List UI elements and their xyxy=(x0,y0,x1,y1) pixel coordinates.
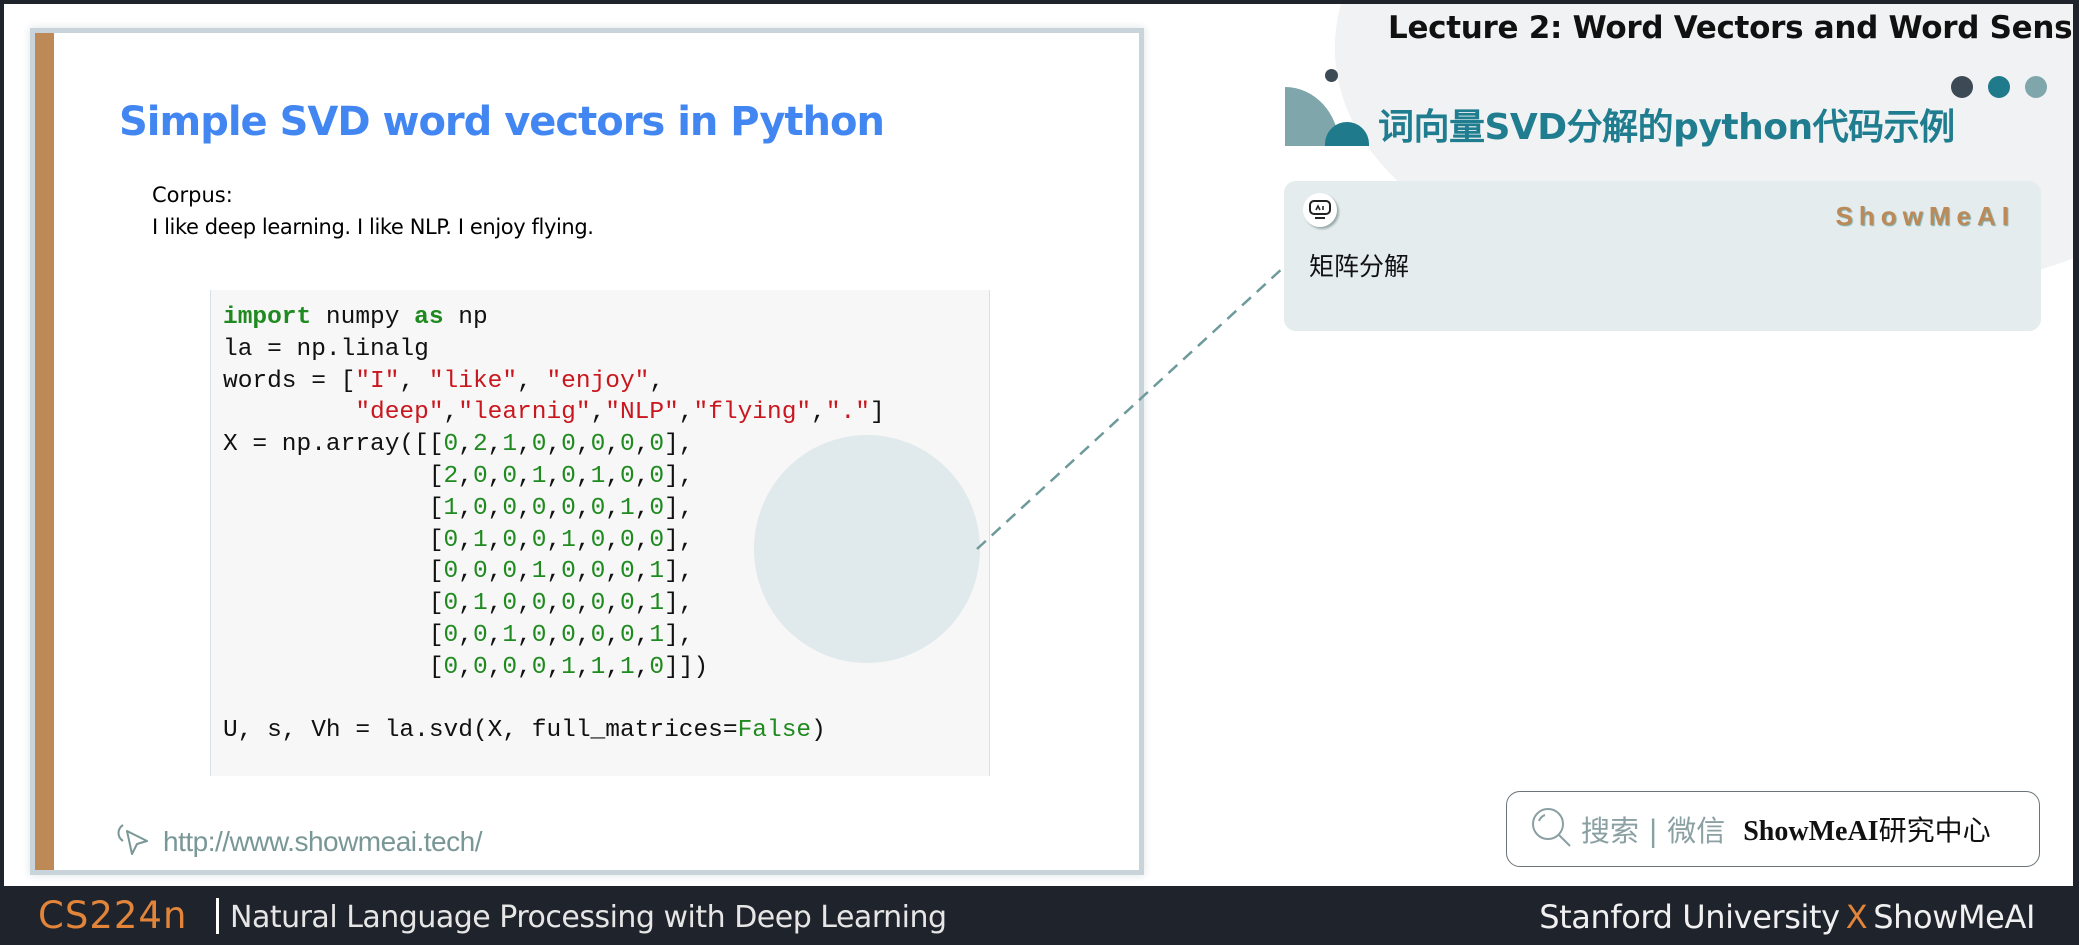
footer-cross: X xyxy=(1845,898,1868,936)
decor-dot xyxy=(1988,76,2010,98)
note-brand: ShowMeAI xyxy=(1835,201,2015,231)
note-card: ShowMeAI 矩阵分解 xyxy=(1284,181,2041,331)
robot-icon xyxy=(1303,193,1337,227)
decor-dot xyxy=(2025,76,2047,98)
decor-dots xyxy=(1951,76,2047,98)
footer-divider xyxy=(216,898,219,934)
footer-bar: CS224n Natural Language Processing with … xyxy=(0,886,2079,945)
footer-credits: Stanford University X ShowMeAI xyxy=(1539,898,2035,936)
search-hint: 搜索 | 微信 xyxy=(1581,814,1726,848)
page-canvas: Simple SVD word vectors in Python Corpus… xyxy=(4,4,2073,886)
search-brand: ShowMeAI研究中心 xyxy=(1743,809,1990,849)
note-text: 矩阵分解 xyxy=(1309,252,1410,281)
search-brand-name: ShowMeAI xyxy=(1743,816,1879,847)
course-code: CS224n xyxy=(38,894,188,937)
decor-dot xyxy=(1325,69,1338,82)
decor-dot xyxy=(1951,76,1973,98)
search-brand-suffix: 研究中心 xyxy=(1878,814,1991,847)
wechat-search-box[interactable]: 搜索 | 微信 ShowMeAI研究中心 xyxy=(1506,791,2040,867)
course-name: Natural Language Processing with Deep Le… xyxy=(230,900,947,935)
footer-org-stanford: Stanford University xyxy=(1539,898,1840,936)
lecture-title: Lecture 2: Word Vectors and Word Senses xyxy=(1388,10,2073,46)
footer-org-showmeai: ShowMeAI xyxy=(1873,898,2035,936)
search-icon xyxy=(1529,805,1573,854)
section-title: 词向量SVD分解的python代码示例 xyxy=(1378,107,1955,148)
